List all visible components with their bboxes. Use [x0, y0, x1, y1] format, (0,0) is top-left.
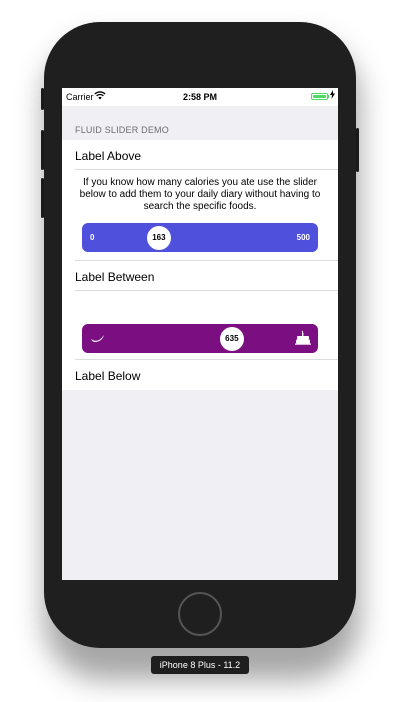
label-below: Label Below	[75, 369, 141, 383]
calorie-description: If you know how many calories you ate us…	[79, 177, 321, 212]
label-between: Label Between	[75, 270, 155, 284]
simulator-device-label: iPhone 8 Plus - 11.2	[151, 656, 249, 674]
cake-icon	[294, 330, 312, 351]
volume-down-button	[41, 178, 44, 218]
battery-tip	[328, 95, 329, 98]
section-header: FLUID SLIDER DEMO	[75, 125, 169, 135]
power-button	[356, 128, 359, 172]
cell-label-above: Label Above	[62, 140, 338, 170]
icon-fluid-slider[interactable]: 635	[82, 324, 318, 353]
mute-switch	[41, 88, 44, 110]
slider-thumb[interactable]: 635	[219, 326, 244, 351]
home-button[interactable]	[178, 592, 222, 636]
moon-icon	[90, 331, 106, 350]
cell-label-below: Label Below	[62, 360, 338, 390]
slider-thumb[interactable]: 163	[146, 225, 171, 250]
slider-max-label: 500	[296, 233, 310, 242]
label-above: Label Above	[75, 149, 142, 163]
volume-up-button	[41, 130, 44, 170]
cell-label-between: Label Between	[62, 261, 338, 291]
battery-icon	[311, 93, 328, 100]
slider-min-label: 0	[90, 233, 95, 242]
status-bar: Carrier 2:58 PM	[62, 88, 338, 106]
charging-bolt-icon	[330, 90, 335, 101]
status-time: 2:58 PM	[182, 92, 217, 102]
calorie-fluid-slider[interactable]: 0 500 163	[82, 223, 318, 252]
simulator-screen: Carrier 2:58 PM FLUID SLIDER DEMO Label …	[62, 88, 338, 580]
